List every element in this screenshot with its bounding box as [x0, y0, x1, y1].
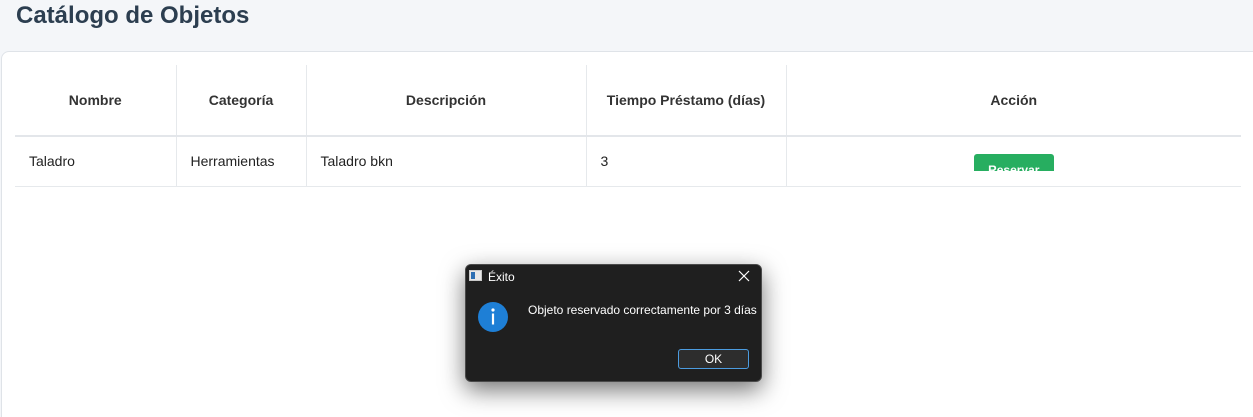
cell-tiempo: 3	[585, 136, 786, 187]
table-row: Taladro Herramientas Taladro bkn 3 Reser…	[15, 136, 1241, 187]
column-header-descripcion: Descripción	[305, 65, 586, 137]
column-header-categoria: Categoría	[175, 65, 306, 137]
reserve-button[interactable]: Reservar	[973, 154, 1054, 171]
cell-categoria: Herramientas	[175, 136, 306, 187]
dialog-message: Objeto reservado correctamente por 3 día…	[528, 303, 757, 317]
success-dialog: Éxito Objeto reservado correctamente por…	[465, 264, 762, 382]
catalog-table: Nombre Categoría Descripción Tiempo Prés…	[15, 65, 1241, 187]
dialog-titlebar: Éxito	[466, 265, 761, 289]
column-header-tiempo: Tiempo Préstamo (días)	[585, 65, 786, 137]
cell-descripcion: Taladro bkn	[305, 136, 586, 187]
cell-nombre: Taladro	[15, 136, 176, 187]
info-icon	[477, 301, 509, 333]
table-header-row: Nombre Categoría Descripción Tiempo Prés…	[15, 65, 1241, 137]
page: Catálogo de Objetos Nombre Categoría Des…	[0, 0, 1253, 417]
app-window-icon	[469, 270, 482, 281]
column-header-accion: Acción	[785, 65, 1241, 137]
close-icon[interactable]	[736, 268, 752, 284]
page-title: Catálogo de Objetos	[16, 2, 250, 29]
column-header-nombre: Nombre	[15, 65, 176, 137]
ok-button[interactable]: OK	[678, 349, 749, 369]
dialog-title: Éxito	[488, 270, 515, 284]
cell-accion: Reservar	[785, 136, 1241, 187]
